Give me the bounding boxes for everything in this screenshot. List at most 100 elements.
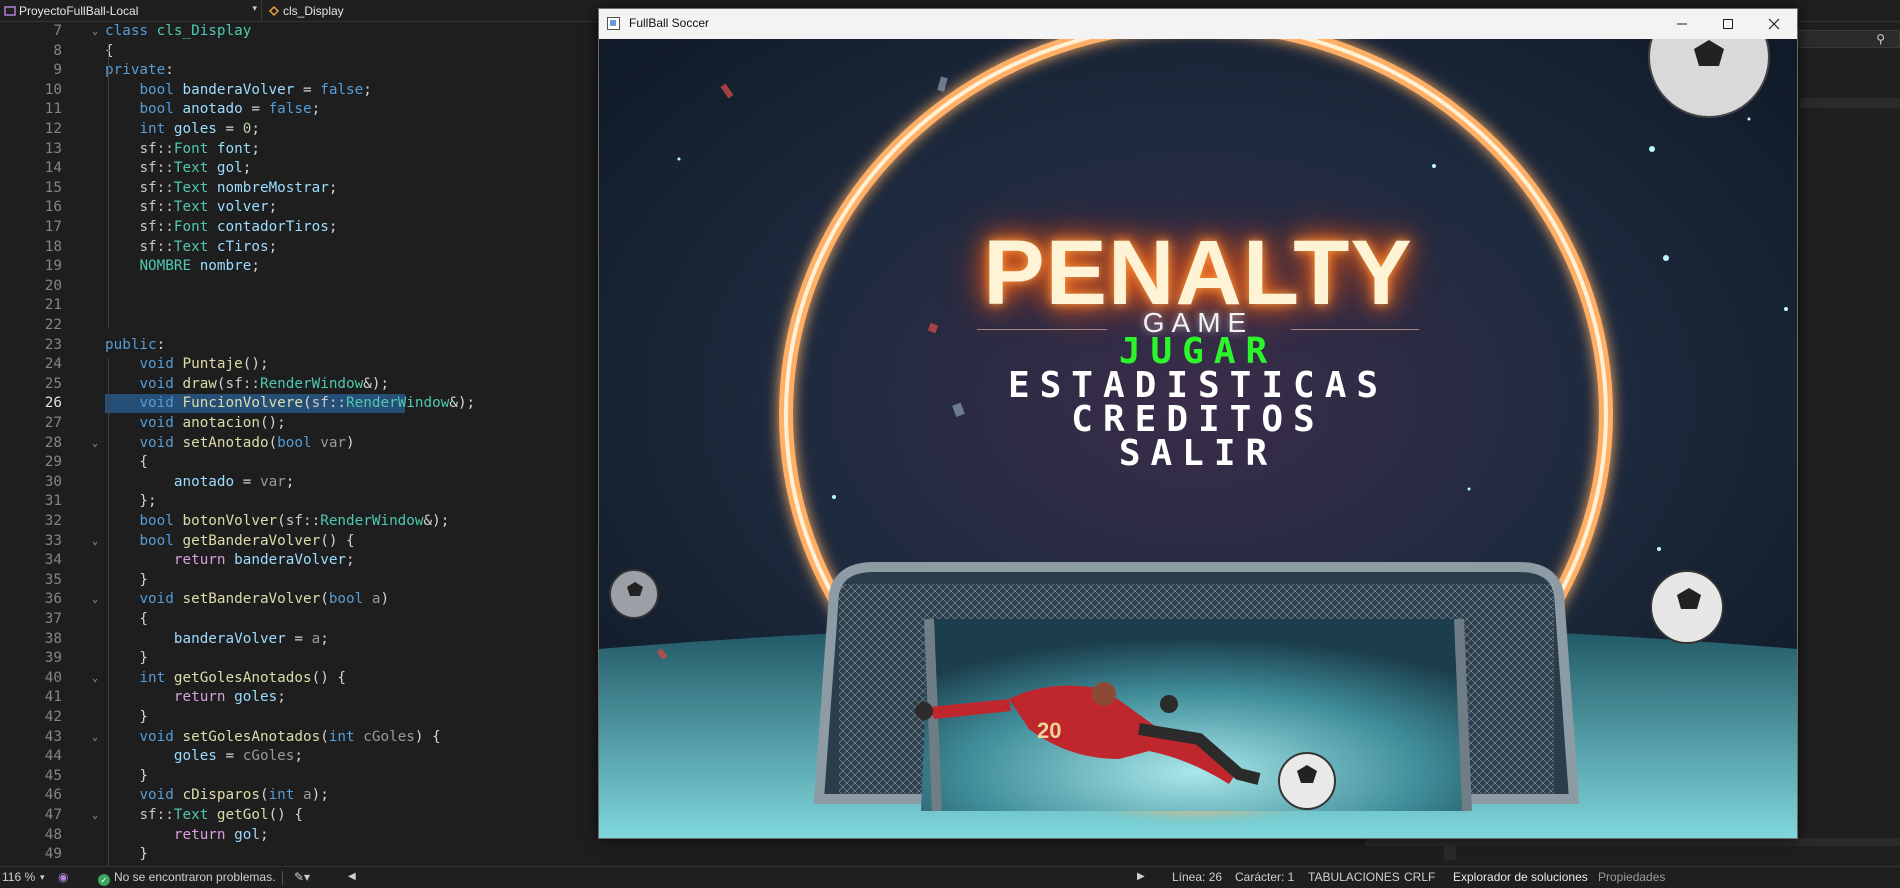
class-dropdown[interactable]: cls_Display <box>264 0 594 22</box>
copilot-icon[interactable]: ◉ <box>58 870 68 884</box>
code-token: sf:: <box>139 238 174 255</box>
fold-chevron-icon[interactable]: ⌄ <box>92 669 98 689</box>
fold-chevron-icon[interactable]: ⌄ <box>92 590 98 610</box>
code-line[interactable]: 44 goles = cGoles; <box>0 747 620 767</box>
tab-solution-explorer[interactable]: Explorador de soluciones <box>1453 870 1588 884</box>
code-line[interactable]: 18 sf::Text cTiros; <box>0 238 620 258</box>
code-line[interactable]: 40 ⌄ int getGolesAnotados() { <box>0 669 620 689</box>
code-line[interactable]: 39 } <box>0 649 620 669</box>
code-editor[interactable]: 7 ⌄ class cls_Display 8{9 private: 10 bool ba… <box>0 22 620 866</box>
code-line[interactable]: 24 void Puntaje(); <box>0 355 620 375</box>
fold-chevron-icon[interactable]: ⌄ <box>92 532 98 552</box>
maximize-button[interactable] <box>1705 9 1751 39</box>
code-line[interactable]: 43 ⌄ void setGolesAnotados(int cGoles) { <box>0 728 620 748</box>
search-icon[interactable]: ⚲ <box>1876 32 1885 46</box>
fold-chevron-icon[interactable]: ⌄ <box>92 434 98 454</box>
line-number: 21 <box>44 297 62 314</box>
code-text: public: <box>105 336 165 356</box>
solution-search-box[interactable]: ⚲ <box>1797 30 1900 48</box>
code-line[interactable]: 7 ⌄ class cls_Display <box>0 22 620 42</box>
code-line[interactable]: 45 } <box>0 767 620 787</box>
code-line[interactable]: 33 ⌄ bool getBanderaVolver() { <box>0 532 620 552</box>
code-line[interactable]: 10 bool banderaVolver = false; <box>0 81 620 101</box>
scroll-left-icon[interactable]: ◀ <box>348 871 356 882</box>
eol-indicator[interactable]: CRLF <box>1404 870 1435 884</box>
code-line[interactable]: 9 private: <box>0 61 620 81</box>
code-token: void <box>139 728 183 745</box>
code-line[interactable]: 41 return goles; <box>0 688 620 708</box>
char-indicator[interactable]: Carácter: 1 <box>1235 870 1294 884</box>
code-cleanup-icon[interactable]: ✎▾ <box>294 870 310 884</box>
code-line[interactable]: 26 void FuncionVolvere(sf::RenderWindow&… <box>0 394 620 414</box>
code-token: ; <box>363 81 372 98</box>
code-token: = <box>234 473 260 490</box>
code-line[interactable]: 31 }; <box>0 492 620 512</box>
chevron-down-icon[interactable]: ▾ <box>252 3 257 14</box>
code-token: banderaVolver <box>173 630 286 647</box>
project-dropdown[interactable]: ProyectoFullBall-Local ▾ <box>0 0 262 22</box>
code-line[interactable]: 49 } <box>0 845 620 865</box>
fold-chevron-icon[interactable]: ⌄ <box>92 22 98 42</box>
code-text: void Puntaje(); <box>105 355 268 375</box>
code-line[interactable]: 28 ⌄ void setAnotado(bool var) <box>0 434 620 454</box>
code-line[interactable]: 14 sf::Text gol; <box>0 159 620 179</box>
code-line[interactable]: 25 void draw(sf::RenderWindow&); <box>0 375 620 395</box>
code-line[interactable]: 15 sf::Text nombreMostrar; <box>0 179 620 199</box>
code-line[interactable]: 32 bool botonVolver(sf::RenderWindow&); <box>0 512 620 532</box>
code-line[interactable]: 21 <box>0 296 620 316</box>
code-line[interactable]: 29 { <box>0 453 620 473</box>
code-token: Text <box>173 179 217 196</box>
code-line[interactable]: 37 { <box>0 610 620 630</box>
code-line[interactable]: 11 bool anotado = false; <box>0 100 620 120</box>
code-line[interactable]: 36 ⌄ void setBanderaVolver(bool a) <box>0 590 620 610</box>
code-token: bool <box>139 513 183 529</box>
code-line[interactable]: 17 sf::Font contadorTiros; <box>0 218 620 238</box>
code-token: cGoles <box>363 728 415 745</box>
code-token: () { <box>268 807 304 823</box>
code-text: sf::Text gol; <box>105 159 251 179</box>
line-number: 23 <box>44 336 62 353</box>
code-token: gol <box>216 160 243 177</box>
tab-properties[interactable]: Propiedades <box>1598 870 1665 884</box>
code-line[interactable]: 47 ⌄ sf::Text getGol() { <box>0 806 620 826</box>
code-token: bool <box>277 434 321 451</box>
indent-indicator[interactable]: TABULACIONES <box>1308 870 1400 884</box>
fold-chevron-icon[interactable]: ⌄ <box>92 728 98 748</box>
line-number: 42 <box>44 709 62 725</box>
code-line[interactable]: 38 banderaVolver = a; <box>0 630 620 650</box>
code-line[interactable]: 12 int goles = 0; <box>0 120 620 140</box>
game-scene[interactable]: 20 PENALTY GAME JUGAR ESTADISTICAS CREDI… <box>599 39 1797 838</box>
code-token: volver <box>216 199 269 216</box>
code-line[interactable]: 42 } <box>0 708 620 728</box>
code-line[interactable]: 16 sf::Text volver; <box>0 198 620 218</box>
code-line[interactable]: 46 void cDisparos(int a); <box>0 786 620 806</box>
code-line[interactable]: 13 sf::Font font; <box>0 140 620 160</box>
zoom-level[interactable]: 116 % <box>2 870 35 884</box>
code-line[interactable]: 8{ <box>0 42 620 62</box>
code-line[interactable]: 27 void anotacion(); <box>0 414 620 434</box>
game-window[interactable]: FullBall Soccer 20 PENALTY GAME JUGAR ES… <box>598 8 1798 839</box>
menu-item-salir[interactable]: SALIR <box>599 436 1797 472</box>
code-line[interactable]: 30 anotado = var; <box>0 473 620 493</box>
code-line[interactable]: 48 return gol; <box>0 826 620 846</box>
code-line[interactable]: 22 <box>0 316 620 336</box>
fold-chevron-icon[interactable]: ⌄ <box>92 806 98 826</box>
code-token: ; <box>242 160 252 177</box>
code-token: } <box>105 650 149 667</box>
problems-text: No se encontraron problemas. <box>114 870 276 884</box>
solution-tree-row[interactable] <box>1800 98 1900 108</box>
code-line[interactable]: 23 public: <box>0 336 620 356</box>
window-titlebar[interactable]: FullBall Soccer <box>599 9 1797 39</box>
line-indicator[interactable]: Línea: 26 <box>1172 870 1222 884</box>
scroll-right-icon[interactable]: ▶ <box>1137 871 1145 882</box>
code-line[interactable]: 35 } <box>0 571 620 591</box>
chevron-down-icon[interactable]: ▾ <box>40 872 45 883</box>
code-line[interactable]: 19 NOMBRE nombre; <box>0 257 620 277</box>
code-line[interactable]: 20 <box>0 277 620 297</box>
problems-indicator[interactable]: ✓ No se encontraron problemas. <box>98 870 275 886</box>
minimize-button[interactable] <box>1659 9 1705 39</box>
code-line[interactable]: 34 return banderaVolver; <box>0 551 620 571</box>
code-text: return gol; <box>105 826 269 846</box>
close-button[interactable] <box>1751 9 1797 39</box>
